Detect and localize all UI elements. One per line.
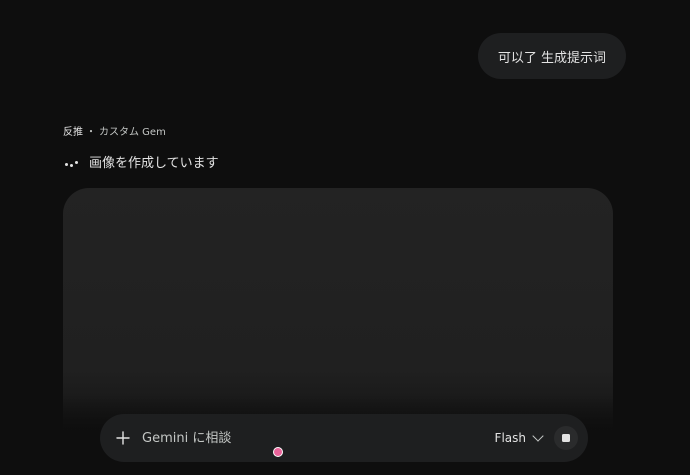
- gem-type: カスタム Gem: [99, 127, 166, 138]
- prompt-composer: Flash: [100, 414, 588, 462]
- chevron-down-icon: [532, 430, 544, 442]
- mouse-cursor-indicator: [274, 448, 282, 456]
- generation-status: 画像を作成しています: [63, 152, 219, 171]
- user-message-text: 可以了 生成提示词: [497, 50, 606, 66]
- gem-separator: ・: [86, 127, 96, 138]
- add-button[interactable]: [112, 427, 134, 449]
- gem-header: 反推 ・ カスタム Gem: [63, 123, 166, 138]
- gem-name: 反推: [63, 127, 83, 138]
- loading-dots-icon: [63, 154, 79, 170]
- prompt-input[interactable]: [142, 426, 495, 450]
- plus-icon: [116, 431, 130, 445]
- user-message-bubble: 可以了 生成提示词: [477, 33, 626, 79]
- status-text: 画像を作成しています: [89, 156, 219, 171]
- stop-icon: [562, 434, 570, 442]
- stop-button[interactable]: [554, 426, 578, 450]
- model-selector[interactable]: Flash: [494, 430, 544, 445]
- model-label: Flash: [494, 431, 526, 445]
- chat-page: 可以了 生成提示词 反推 ・ カスタム Gem 画像を作成しています Flash: [0, 0, 690, 475]
